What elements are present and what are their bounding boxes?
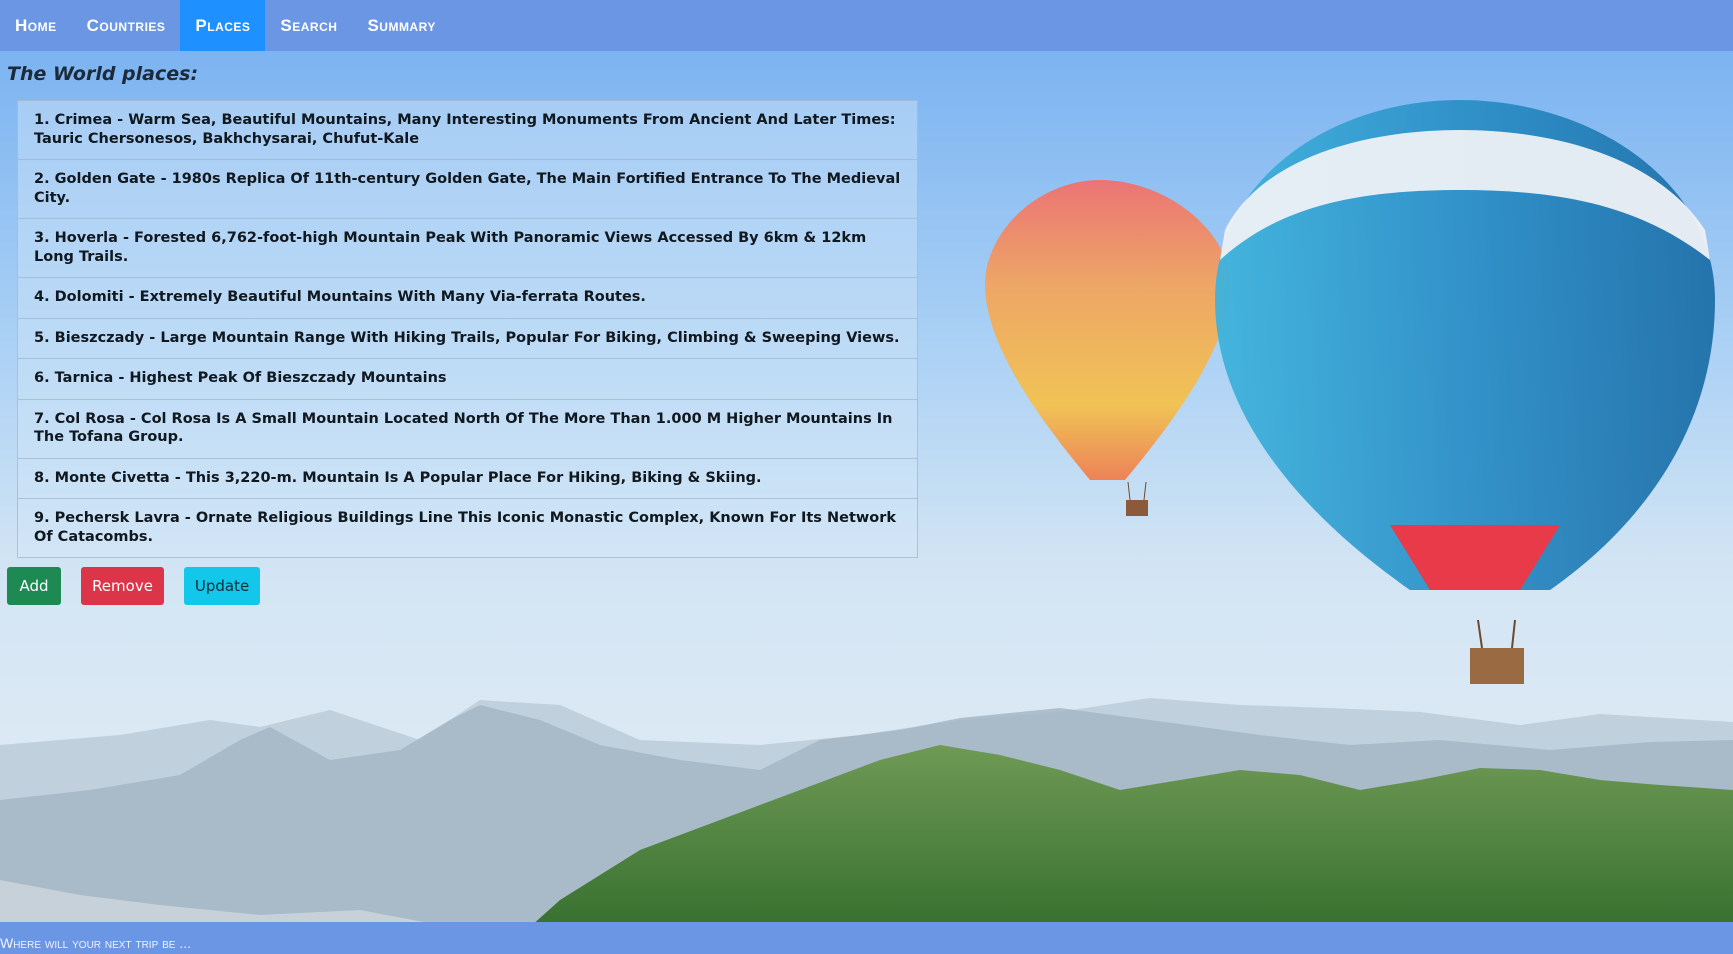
footer-bar: Where will your next trip be ... (0, 922, 1733, 954)
list-item[interactable]: 1. Crimea - Warm Sea, Beautiful Mountain… (18, 101, 917, 160)
places-list: 1. Crimea - Warm Sea, Beautiful Mountain… (17, 100, 918, 558)
list-item[interactable]: 4. Dolomiti - Extremely Beautiful Mounta… (18, 278, 917, 319)
list-item[interactable]: 2. Golden Gate - 1980s Replica Of 11th-c… (18, 160, 917, 219)
list-item[interactable]: 7. Col Rosa - Col Rosa Is A Small Mounta… (18, 400, 917, 459)
nav-summary[interactable]: Summary (352, 0, 450, 51)
list-item[interactable]: 6. Tarnica - Highest Peak Of Bieszczady … (18, 359, 917, 400)
nav-places[interactable]: Places (180, 0, 266, 51)
remove-button[interactable]: Remove (81, 567, 164, 605)
list-item[interactable]: 5. Bieszczady - Large Mountain Range Wit… (18, 319, 917, 359)
nav-countries[interactable]: Countries (72, 0, 181, 51)
action-buttons: Add Remove Update (7, 567, 260, 605)
page-title: The World places: (7, 63, 199, 85)
top-navbar: Home Countries Places Search Summary (0, 0, 1733, 51)
list-item[interactable]: 9. Pechersk Lavra - Ornate Religious Bui… (18, 499, 917, 557)
list-item[interactable]: 8. Monte Civetta - This 3,220-m. Mountai… (18, 459, 917, 499)
nav-home[interactable]: Home (0, 0, 72, 51)
add-button[interactable]: Add (7, 567, 61, 605)
update-button[interactable]: Update (184, 567, 260, 605)
list-item[interactable]: 3. Hoverla - Forested 6,762-foot-high Mo… (18, 219, 917, 278)
footer-tagline: Where will your next trip be ... (0, 935, 192, 951)
nav-search[interactable]: Search (265, 0, 352, 51)
